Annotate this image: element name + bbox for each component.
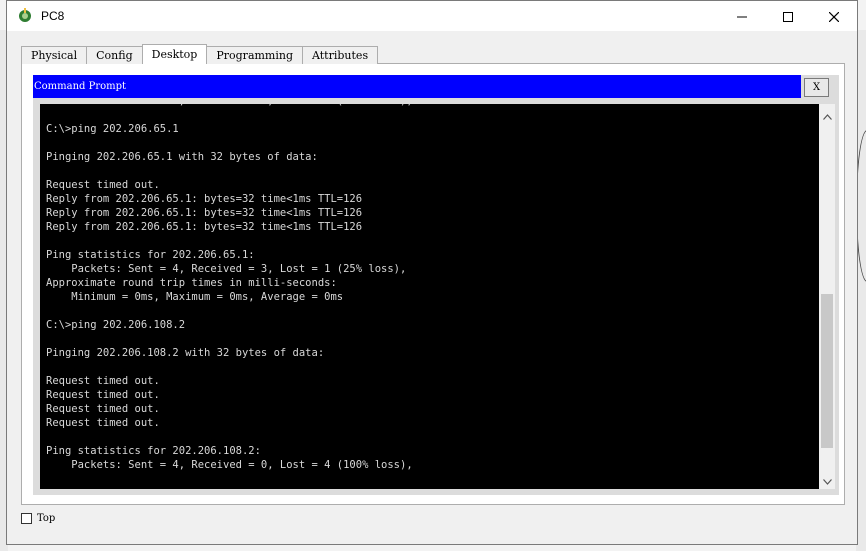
minimize-icon: [737, 7, 747, 26]
command-prompt-close-button[interactable]: X: [804, 78, 829, 97]
top-checkbox[interactable]: [21, 513, 32, 524]
close-icon: [828, 7, 840, 26]
window-title: PC8: [41, 9, 65, 23]
terminal-scrollbar[interactable]: [819, 104, 835, 489]
maximize-icon: [783, 7, 793, 26]
terminal-line: Packets: Sent = 4, Received = 0, Lost = …: [46, 104, 412, 108]
terminal-line: Pinging 202.206.65.1 with 32 bytes of da…: [46, 151, 318, 163]
terminal-line: Reply from 202.206.65.1: bytes=32 time<1…: [46, 207, 363, 219]
close-button[interactable]: [811, 1, 857, 31]
window-titlebar[interactable]: PC8: [7, 1, 857, 31]
terminal-line: C:\>ping 202.206.108.2: [46, 319, 186, 331]
window-controls: [719, 1, 857, 31]
chevron-up-icon: [822, 105, 832, 124]
packet-tracer-pc-icon: [17, 8, 33, 24]
terminal-line: Ping statistics for 202.206.108.2:: [46, 445, 261, 457]
chevron-down-icon: [822, 470, 832, 489]
minimize-button[interactable]: [719, 1, 765, 31]
terminal-line: Reply from 202.206.65.1: bytes=32 time<1…: [46, 193, 363, 205]
command-prompt-title: Command Prompt: [34, 81, 127, 92]
pc8-window: PC8 Physical Config Desktop Programming …: [6, 0, 858, 545]
terminal-line: Pinging 202.206.108.2 with 32 bytes of d…: [46, 347, 325, 359]
terminal-lines: Packets: Sent = 4, Received = 0, Lost = …: [46, 104, 413, 472]
terminal-line: Ping statistics for 202.206.65.1:: [46, 249, 255, 261]
terminal-line: Request timed out.: [46, 179, 160, 191]
maximize-button[interactable]: [765, 1, 811, 31]
terminal-line: Request timed out.: [46, 403, 160, 415]
scroll-down-button[interactable]: [819, 471, 835, 487]
tab-physical[interactable]: Physical: [21, 46, 88, 64]
terminal-output[interactable]: Packets: Sent = 4, Received = 0, Lost = …: [40, 104, 819, 489]
terminal-line: Packets: Sent = 4, Received = 3, Lost = …: [46, 263, 407, 275]
terminal-line: Packets: Sent = 4, Received = 0, Lost = …: [46, 459, 413, 471]
terminal-line: Approximate round trip times in milli-se…: [46, 277, 337, 289]
tab-config[interactable]: Config: [86, 46, 143, 64]
tab-programming[interactable]: Programming: [206, 46, 304, 64]
terminal-line: Request timed out.: [46, 417, 160, 429]
tab-attributes[interactable]: Attributes: [302, 46, 379, 64]
terminal-line: Reply from 202.206.65.1: bytes=32 time<1…: [46, 221, 363, 233]
command-prompt-header: Command Prompt: [33, 75, 801, 98]
scroll-thumb[interactable]: [821, 294, 833, 448]
tab-desktop[interactable]: Desktop: [141, 44, 208, 64]
scroll-up-button[interactable]: [819, 106, 835, 122]
terminal-line: Minimum = 0ms, Maximum = 0ms, Average = …: [46, 291, 344, 303]
command-prompt-app: Command Prompt X Packets: Sent = 4, Rece…: [33, 75, 839, 495]
terminal-line: Request timed out.: [46, 375, 160, 387]
terminal-line: C:\>ping 202.206.65.1: [46, 123, 179, 135]
device-tab-bar: Physical Config Desktop Programming Attr…: [21, 44, 379, 64]
terminal-line: Request timed out.: [46, 389, 160, 401]
top-checkbox-label: Top: [37, 513, 56, 524]
window-bottom-bar: Top: [21, 513, 55, 524]
